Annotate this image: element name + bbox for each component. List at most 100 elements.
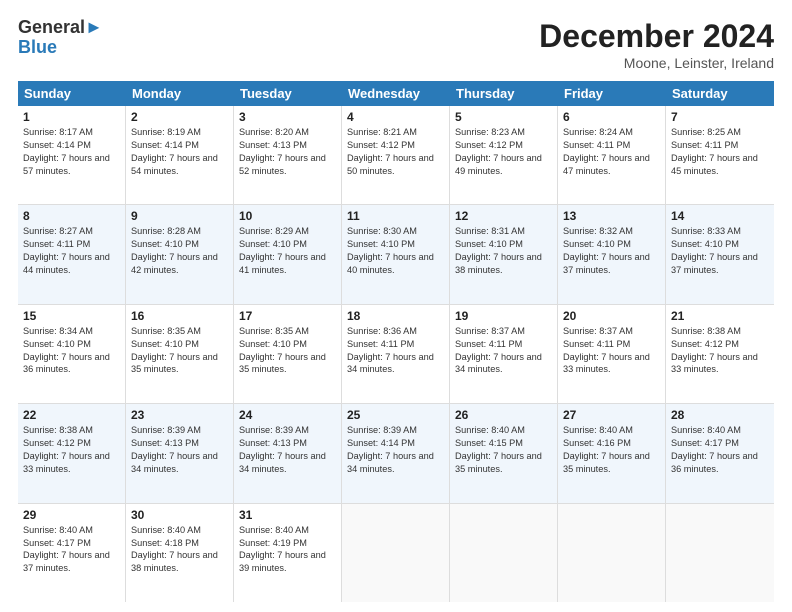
sunrise-text: Sunrise: 8:40 AM [131,524,228,537]
daylight-text: Daylight: 7 hours and 34 minutes. [347,450,444,476]
week-row-3: 15 Sunrise: 8:34 AM Sunset: 4:10 PM Dayl… [18,305,774,404]
day-number: 7 [671,110,769,124]
sunrise-text: Sunrise: 8:27 AM [23,225,120,238]
sunrise-text: Sunrise: 8:24 AM [563,126,660,139]
day-cell-13: 13 Sunrise: 8:32 AM Sunset: 4:10 PM Dayl… [558,205,666,303]
day-number: 17 [239,309,336,323]
day-number: 24 [239,408,336,422]
day-cell-21: 21 Sunrise: 8:38 AM Sunset: 4:12 PM Dayl… [666,305,774,403]
sunrise-text: Sunrise: 8:40 AM [23,524,120,537]
sunset-text: Sunset: 4:10 PM [131,238,228,251]
sunset-text: Sunset: 4:12 PM [347,139,444,152]
sunrise-text: Sunrise: 8:35 AM [239,325,336,338]
day-number: 10 [239,209,336,223]
day-cell-17: 17 Sunrise: 8:35 AM Sunset: 4:10 PM Dayl… [234,305,342,403]
sunset-text: Sunset: 4:13 PM [131,437,228,450]
day-cell-19: 19 Sunrise: 8:37 AM Sunset: 4:11 PM Dayl… [450,305,558,403]
header-friday: Friday [558,81,666,106]
sunrise-text: Sunrise: 8:29 AM [239,225,336,238]
daylight-text: Daylight: 7 hours and 54 minutes. [131,152,228,178]
sunset-text: Sunset: 4:13 PM [239,139,336,152]
daylight-text: Daylight: 7 hours and 35 minutes. [455,450,552,476]
sunset-text: Sunset: 4:10 PM [347,238,444,251]
day-cell-29: 29 Sunrise: 8:40 AM Sunset: 4:17 PM Dayl… [18,504,126,602]
header-saturday: Saturday [666,81,774,106]
sunrise-text: Sunrise: 8:17 AM [23,126,120,139]
sunrise-text: Sunrise: 8:20 AM [239,126,336,139]
sunrise-text: Sunrise: 8:33 AM [671,225,769,238]
day-number: 1 [23,110,120,124]
day-cell-11: 11 Sunrise: 8:30 AM Sunset: 4:10 PM Dayl… [342,205,450,303]
sunrise-text: Sunrise: 8:39 AM [239,424,336,437]
month-title: December 2024 [539,18,774,55]
day-number: 28 [671,408,769,422]
sunrise-text: Sunrise: 8:19 AM [131,126,228,139]
sunset-text: Sunset: 4:15 PM [455,437,552,450]
day-cell-6: 6 Sunrise: 8:24 AM Sunset: 4:11 PM Dayli… [558,106,666,204]
daylight-text: Daylight: 7 hours and 34 minutes. [455,351,552,377]
page: General► Blue December 2024 Moone, Leins… [0,0,792,612]
header-sunday: Sunday [18,81,126,106]
sunset-text: Sunset: 4:19 PM [239,537,336,550]
day-cell-12: 12 Sunrise: 8:31 AM Sunset: 4:10 PM Dayl… [450,205,558,303]
sunset-text: Sunset: 4:11 PM [455,338,552,351]
sunrise-text: Sunrise: 8:35 AM [131,325,228,338]
daylight-text: Daylight: 7 hours and 37 minutes. [23,549,120,575]
daylight-text: Daylight: 7 hours and 47 minutes. [563,152,660,178]
day-number: 19 [455,309,552,323]
sunset-text: Sunset: 4:11 PM [563,338,660,351]
daylight-text: Daylight: 7 hours and 36 minutes. [671,450,769,476]
day-cell-27: 27 Sunrise: 8:40 AM Sunset: 4:16 PM Dayl… [558,404,666,502]
sunrise-text: Sunrise: 8:21 AM [347,126,444,139]
daylight-text: Daylight: 7 hours and 35 minutes. [239,351,336,377]
day-number: 12 [455,209,552,223]
day-cell-23: 23 Sunrise: 8:39 AM Sunset: 4:13 PM Dayl… [126,404,234,502]
header: General► Blue December 2024 Moone, Leins… [18,18,774,71]
day-number: 25 [347,408,444,422]
daylight-text: Daylight: 7 hours and 40 minutes. [347,251,444,277]
calendar-header: Sunday Monday Tuesday Wednesday Thursday… [18,81,774,106]
sunset-text: Sunset: 4:10 PM [671,238,769,251]
daylight-text: Daylight: 7 hours and 33 minutes. [563,351,660,377]
sunrise-text: Sunrise: 8:36 AM [347,325,444,338]
day-cell-22: 22 Sunrise: 8:38 AM Sunset: 4:12 PM Dayl… [18,404,126,502]
sunset-text: Sunset: 4:14 PM [131,139,228,152]
day-cell-1: 1 Sunrise: 8:17 AM Sunset: 4:14 PM Dayli… [18,106,126,204]
sunrise-text: Sunrise: 8:40 AM [563,424,660,437]
sunset-text: Sunset: 4:14 PM [23,139,120,152]
day-number: 27 [563,408,660,422]
daylight-text: Daylight: 7 hours and 34 minutes. [239,450,336,476]
daylight-text: Daylight: 7 hours and 34 minutes. [347,351,444,377]
day-cell-28: 28 Sunrise: 8:40 AM Sunset: 4:17 PM Dayl… [666,404,774,502]
day-cell-5: 5 Sunrise: 8:23 AM Sunset: 4:12 PM Dayli… [450,106,558,204]
day-cell-25: 25 Sunrise: 8:39 AM Sunset: 4:14 PM Dayl… [342,404,450,502]
week-row-4: 22 Sunrise: 8:38 AM Sunset: 4:12 PM Dayl… [18,404,774,503]
daylight-text: Daylight: 7 hours and 35 minutes. [131,351,228,377]
empty-cell [558,504,666,602]
day-number: 11 [347,209,444,223]
sunrise-text: Sunrise: 8:40 AM [671,424,769,437]
day-number: 26 [455,408,552,422]
daylight-text: Daylight: 7 hours and 37 minutes. [563,251,660,277]
sunrise-text: Sunrise: 8:31 AM [455,225,552,238]
daylight-text: Daylight: 7 hours and 37 minutes. [671,251,769,277]
sunset-text: Sunset: 4:10 PM [23,338,120,351]
logo: General► Blue [18,18,103,58]
sunrise-text: Sunrise: 8:32 AM [563,225,660,238]
sunset-text: Sunset: 4:17 PM [23,537,120,550]
day-number: 3 [239,110,336,124]
daylight-text: Daylight: 7 hours and 41 minutes. [239,251,336,277]
sunset-text: Sunset: 4:14 PM [347,437,444,450]
sunset-text: Sunset: 4:10 PM [455,238,552,251]
daylight-text: Daylight: 7 hours and 38 minutes. [455,251,552,277]
day-cell-14: 14 Sunrise: 8:33 AM Sunset: 4:10 PM Dayl… [666,205,774,303]
daylight-text: Daylight: 7 hours and 49 minutes. [455,152,552,178]
sunset-text: Sunset: 4:17 PM [671,437,769,450]
empty-cell [342,504,450,602]
sunset-text: Sunset: 4:12 PM [455,139,552,152]
sunrise-text: Sunrise: 8:30 AM [347,225,444,238]
week-row-1: 1 Sunrise: 8:17 AM Sunset: 4:14 PM Dayli… [18,106,774,205]
logo-line1: General► [18,18,103,38]
header-thursday: Thursday [450,81,558,106]
sunrise-text: Sunrise: 8:39 AM [131,424,228,437]
